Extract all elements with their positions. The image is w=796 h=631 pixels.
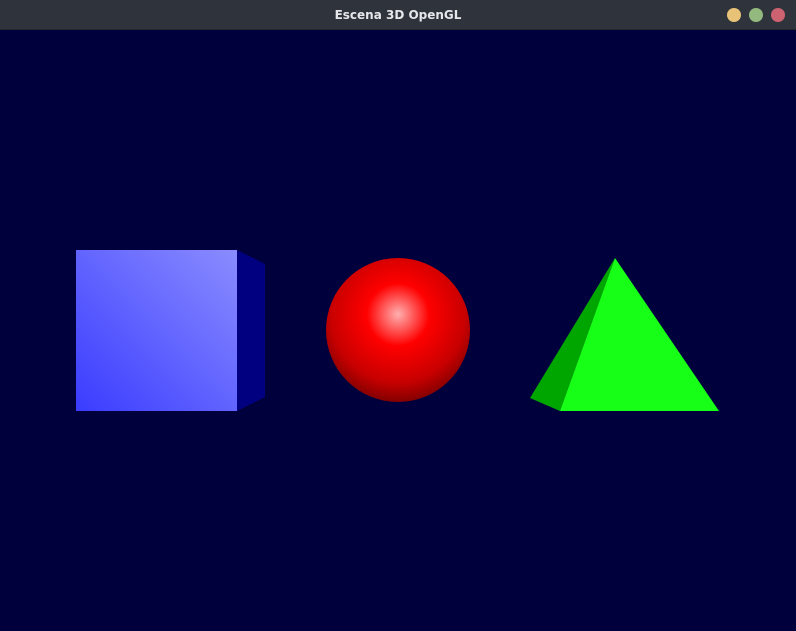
close-button[interactable] — [771, 8, 785, 22]
title-bar[interactable]: Escena 3D OpenGL — [0, 0, 796, 30]
cube-side-face — [237, 250, 265, 411]
sphere — [326, 258, 470, 402]
opengl-viewport[interactable] — [0, 30, 796, 631]
window-title: Escena 3D OpenGL — [334, 8, 462, 22]
sphere-body — [326, 258, 470, 402]
app-window: Escena 3D OpenGL — [0, 0, 796, 631]
minimize-button[interactable] — [727, 8, 741, 22]
maximize-button[interactable] — [749, 8, 763, 22]
cube-front-face — [76, 250, 237, 411]
cube — [76, 250, 265, 411]
scene-canvas — [0, 30, 796, 631]
